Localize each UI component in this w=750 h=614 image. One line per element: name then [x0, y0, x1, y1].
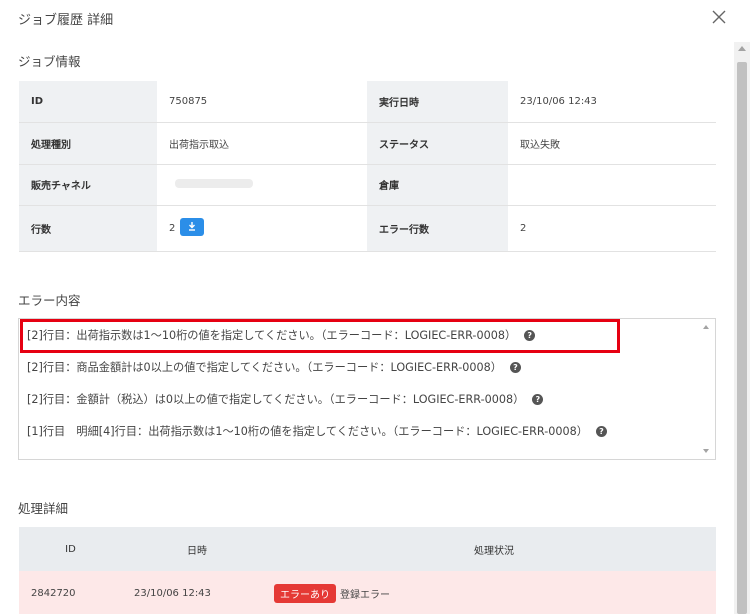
info-label: 倉庫	[367, 164, 508, 206]
info-row-channel: 販売チャネル 倉庫	[19, 164, 716, 206]
info-label: 実行日時	[367, 81, 508, 123]
process-detail-heading: 処理詳細	[18, 501, 69, 516]
info-value: 2	[508, 205, 716, 252]
error-item: [1]行目 明細[4]行目：出荷指示数は1～10桁の値を指定してください。（エラ…	[27, 423, 607, 439]
help-icon[interactable]: ?	[532, 393, 544, 405]
main-scrollbar-thumb[interactable]	[737, 62, 747, 614]
info-label: 販売チャネル	[19, 164, 157, 206]
info-value	[508, 164, 716, 206]
help-icon[interactable]: ?	[509, 361, 521, 373]
info-row-type: 処理種別 出荷指示取込 ステータス 取込失敗	[19, 122, 716, 165]
download-icon	[189, 222, 196, 231]
info-row-id: ID 750875 実行日時 23/10/06 12:43	[19, 81, 716, 123]
column-header: 処理状況	[272, 527, 716, 571]
help-icon[interactable]: ?	[595, 425, 607, 437]
column-header: ID	[19, 527, 122, 571]
cell-id: 2842720	[19, 571, 122, 614]
error-list-scroll-down-icon[interactable]	[703, 449, 709, 453]
process-detail-table: ID 日時 処理状況 2842720 23/10/06 12:43 エラーあり登…	[19, 527, 716, 614]
info-label: ID	[19, 81, 157, 123]
error-item: [2]行目：商品金額計は0以上の値で指定してください。（エラーコード：LOGIE…	[27, 359, 521, 375]
info-label: 処理種別	[19, 122, 157, 165]
info-value: 出荷指示取込	[157, 122, 367, 165]
info-value: 23/10/06 12:43	[508, 81, 716, 123]
status-badge: エラーあり	[274, 584, 336, 603]
modal-title: ジョブ履歴 詳細	[18, 13, 114, 28]
status-text: 登録エラー	[340, 590, 390, 601]
info-row-lines: 行数 2 エラー行数 2	[19, 205, 716, 252]
cell-datetime: 23/10/06 12:43	[122, 571, 272, 614]
errors-heading: エラー内容	[18, 293, 81, 308]
info-label: 行数	[19, 205, 157, 252]
info-label: ステータス	[367, 122, 508, 165]
job-info-table: ID 750875 実行日時 23/10/06 12:43 処理種別 出荷指示取…	[19, 81, 716, 252]
column-header: 日時	[122, 527, 272, 571]
info-value-cell: 2	[157, 205, 367, 252]
error-list-scroll-up-icon[interactable]	[703, 325, 709, 329]
scroll-up-arrow-icon[interactable]	[738, 46, 746, 51]
table-header: ID 日時 処理状況	[19, 527, 716, 571]
close-icon[interactable]	[712, 10, 730, 28]
table-row: 2842720 23/10/06 12:43 エラーあり 登録エラー	[19, 571, 716, 614]
error-item: [2]行目：金額計（税込）は0以上の値で指定してください。（エラーコード：LOG…	[27, 391, 544, 407]
info-value: 取込失敗	[508, 122, 716, 165]
job-info-heading: ジョブ情報	[18, 54, 81, 69]
info-value: 750875	[157, 81, 367, 123]
download-button[interactable]	[180, 218, 205, 236]
cell-status: エラーあり 登録エラー	[272, 571, 716, 614]
info-value-blurred	[157, 164, 367, 206]
info-value: 2	[169, 223, 176, 234]
info-label: エラー行数	[367, 205, 508, 252]
error-highlight-box	[20, 319, 620, 353]
